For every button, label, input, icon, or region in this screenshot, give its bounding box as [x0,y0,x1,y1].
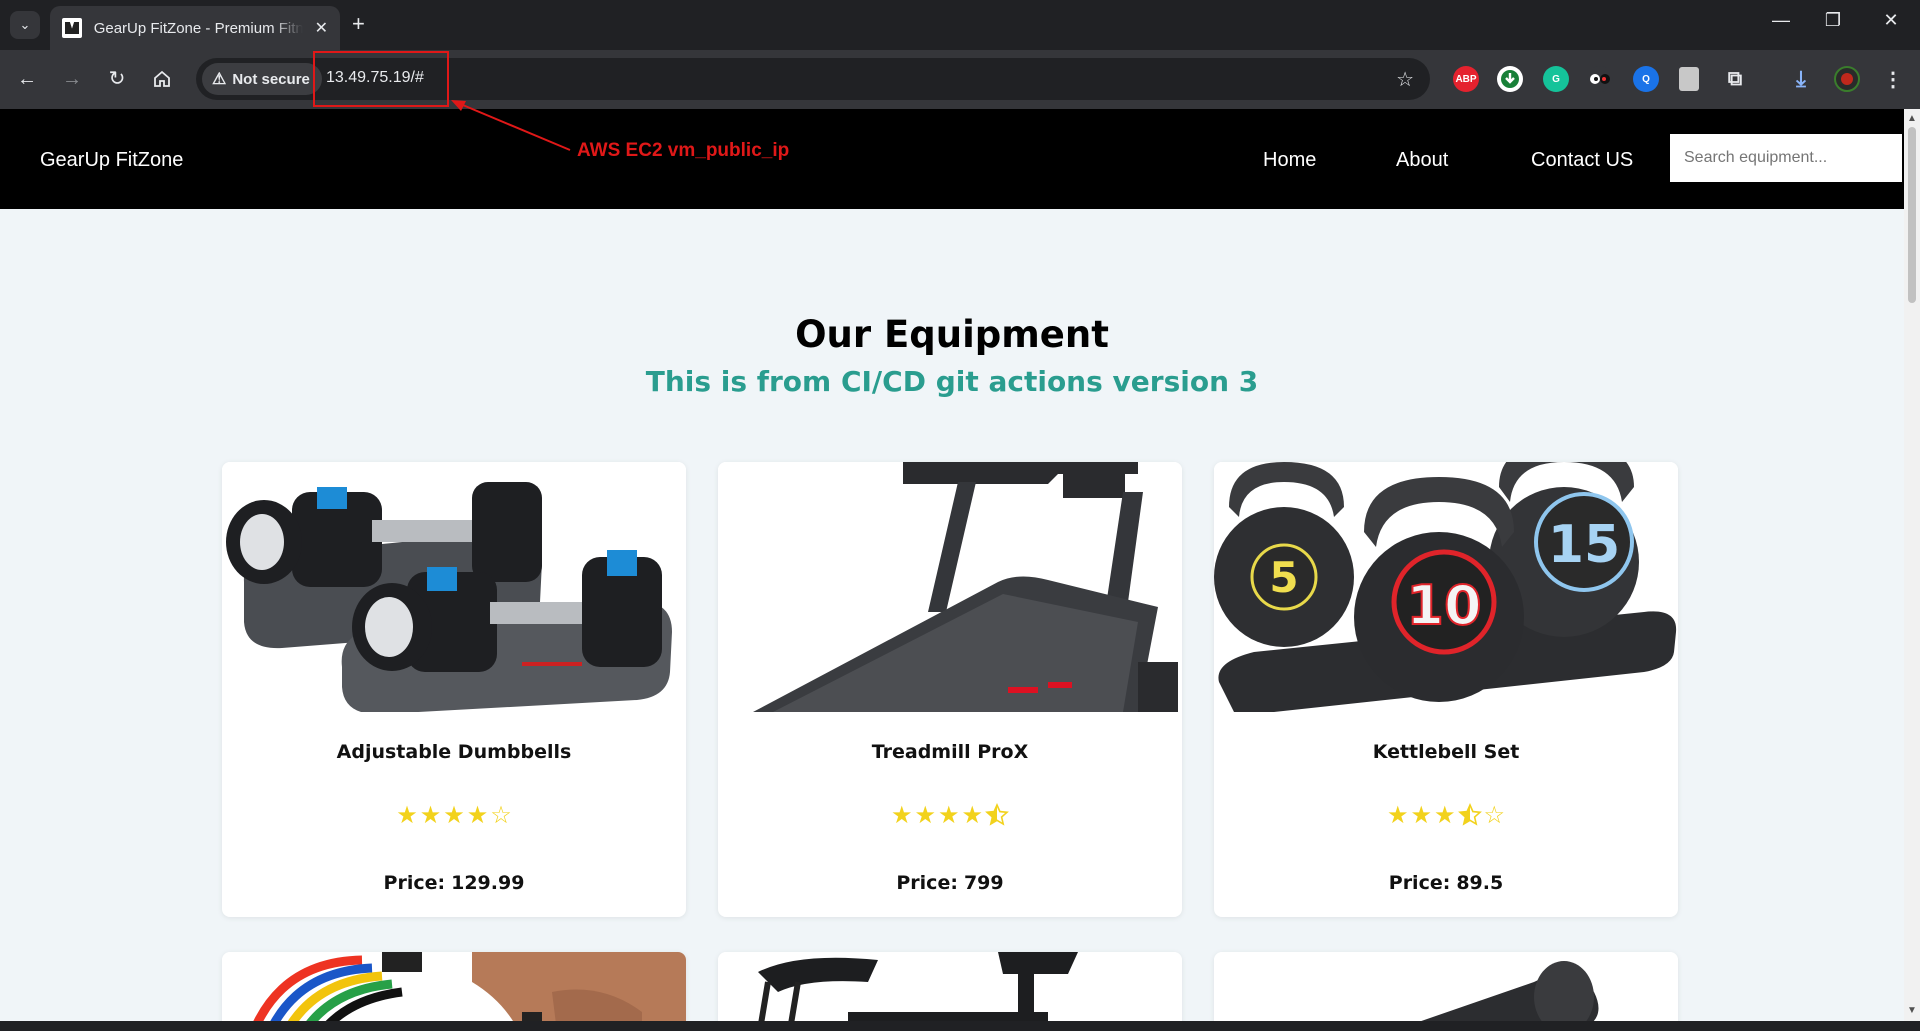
page-scrollbar[interactable]: ▲ ▼ [1904,109,1920,1021]
product-card-resistance-bands[interactable] [222,952,686,1021]
scroll-down-icon[interactable]: ▼ [1907,1005,1917,1016]
kettlebells-image: 5 15 10 [1214,462,1678,712]
product-name: Kettlebell Set [1372,741,1520,763]
price-label: Price: [896,872,958,894]
price-value: 129.99 [451,872,525,894]
star-full-icon: ★ [396,802,418,829]
price-label: Price: [383,872,446,894]
price-label: Price: [1388,872,1451,894]
star-half-icon [985,803,1009,833]
price-value: 89.5 [1456,872,1504,894]
star-full-icon: ★ [961,802,984,829]
page-viewport: GearUp FitZone Home About Contact US Our… [0,109,1904,1021]
product-name: Treadmill ProX [871,741,1029,763]
window-bottom-edge [0,1021,1920,1031]
product-card-dumbbells[interactable]: Adjustable Dumbbells ★ ★ ★ ★ ☆ Price: 129.99 [222,462,686,917]
star-full-icon: ★ [419,802,442,829]
star-half-icon [1457,803,1482,833]
product-rating: ★ ★ ★ ★ [718,803,1182,833]
product-name: Adjustable Dumbbells [336,741,572,763]
kettlebell-10-label: 10 [1406,574,1481,637]
kettlebell-15-label: 15 [1548,515,1620,575]
yoga-mat-image [1214,952,1678,1021]
price-value: 799 [963,872,1004,894]
product-price: Price: 129.99 [222,872,686,894]
product-price: Price: 799 [718,872,1182,894]
product-card-treadmill[interactable]: Treadmill ProX ★ ★ ★ ★ Price: 799 [718,462,1182,917]
product-rating: ★ ★ ★ ★ ☆ [222,803,686,829]
star-full-icon: ★ [1434,802,1456,829]
resistance-bands-image [222,952,686,1021]
star-full-icon: ★ [1386,802,1409,829]
product-card-exercise-bike[interactable] [718,952,1182,1021]
star-full-icon: ★ [938,802,960,829]
page-title: Our Equipment [795,313,1109,356]
exercise-bike-image [718,952,1182,1021]
star-full-icon: ★ [466,802,489,829]
product-price: Price: 89.5 [1214,872,1678,894]
star-full-icon: ★ [914,802,936,829]
star-full-icon: ★ [1410,802,1432,829]
annotation-label: AWS EC2 vm_public_ip [577,140,790,161]
page-subtitle: This is from CI/CD git actions version 3 [645,365,1259,398]
treadmill-image [718,462,1182,712]
product-card-yoga-mat[interactable] [1214,952,1678,1021]
star-empty-icon: ☆ [490,802,512,829]
product-rating: ★ ★ ★ ☆ [1214,803,1678,833]
star-full-icon: ★ [890,802,913,829]
star-full-icon: ★ [443,802,465,829]
annotation-arrow-icon [451,100,571,151]
dumbbells-image [222,462,686,712]
kettlebell-5-label: 5 [1269,553,1298,602]
star-empty-icon: ☆ [1483,802,1506,829]
product-card-kettlebells[interactable]: 5 15 10 Kettlebell Set ★ ★ ★ ☆ Price: 89.5 [1214,462,1678,917]
